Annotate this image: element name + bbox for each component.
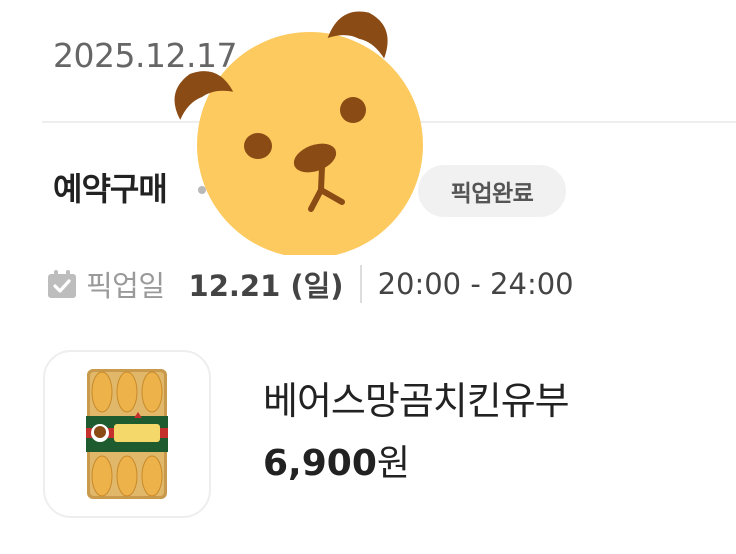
- status-badge: 픽업완료: [418, 165, 566, 217]
- price-value: 6,900: [263, 443, 377, 484]
- order-type-label: 예약구매: [53, 170, 168, 208]
- pickup-label: 픽업일: [86, 269, 165, 303]
- pickup-date: 12.21 (일): [188, 269, 344, 303]
- price-unit: 원: [376, 443, 410, 484]
- product-name[interactable]: 베어스망곰치킨유부: [263, 378, 570, 424]
- pickup-time: 20:00 - 24:00: [377, 267, 574, 301]
- pickup-info-row: 픽업일 12.21 (일) 20:00 - 24:00: [46, 262, 574, 306]
- pickup-divider: [359, 265, 362, 303]
- calendar-check-icon: [48, 270, 76, 298]
- product-image: [86, 369, 168, 499]
- product-price: 6,900원: [263, 441, 410, 487]
- product-thumbnail[interactable]: [43, 350, 211, 518]
- bear-mascot-sticker: [174, 11, 423, 255]
- order-detail-page: 2025.12.17 예약구매 픽업완료 픽업일 12.21 (일) 20:00…: [0, 0, 736, 554]
